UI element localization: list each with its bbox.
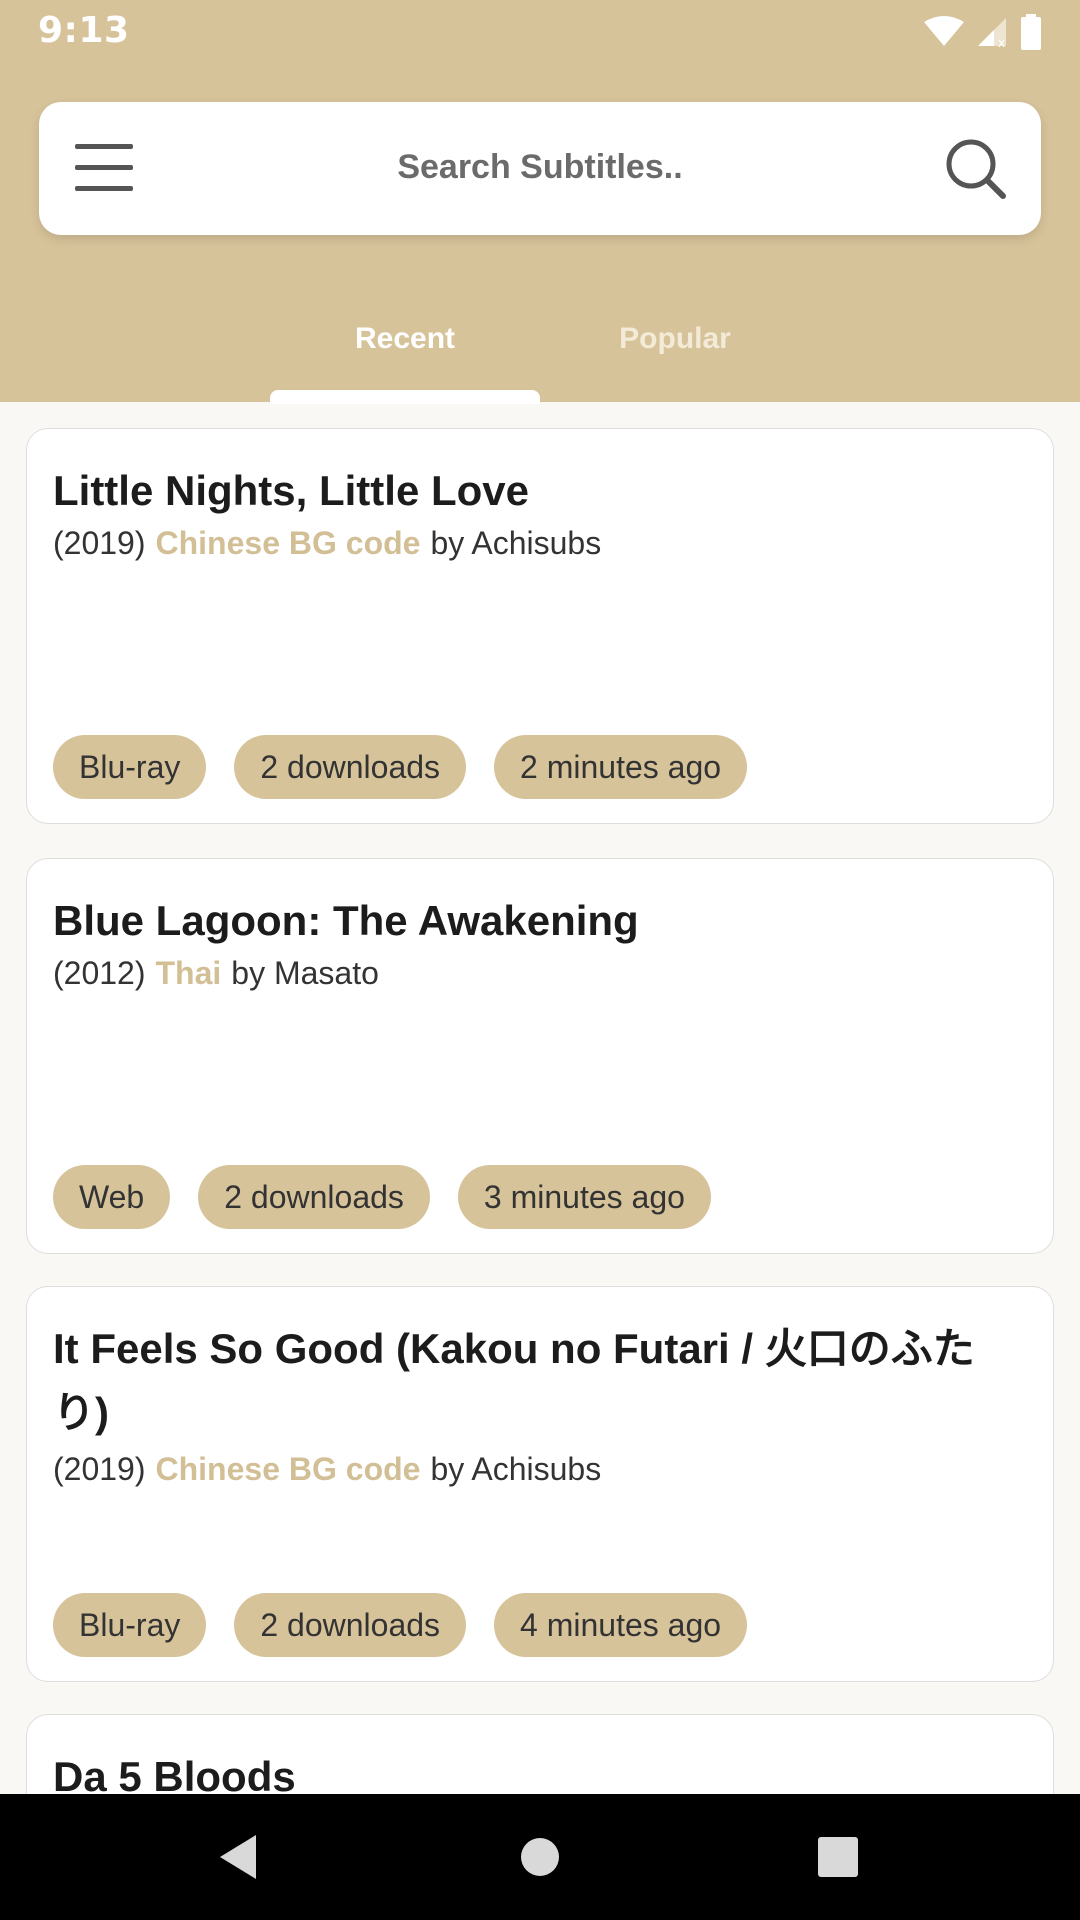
time-chip: 3 minutes ago	[457, 1165, 711, 1229]
header: 9:13 x Search Subtitles.. Recent Popular	[0, 0, 1080, 404]
wifi-icon	[924, 16, 964, 46]
subtitle-card[interactable]: It Feels So Good (Kakou no Futari / 火口のふ…	[26, 1286, 1054, 1682]
subtitle-uploader: by Achisubs	[430, 1451, 602, 1487]
back-icon[interactable]	[210, 1827, 270, 1887]
search-bar[interactable]: Search Subtitles..	[39, 102, 1041, 235]
time-chip: 2 minutes ago	[494, 735, 748, 799]
subtitle-title: Blue Lagoon: The Awakening	[53, 897, 639, 944]
tab-bar: Recent Popular	[0, 300, 1080, 404]
subtitle-chips: Web 2 downloads 3 minutes ago	[53, 1165, 711, 1229]
svg-text:x: x	[998, 36, 1005, 48]
status-time: 9:13	[38, 10, 130, 51]
battery-icon	[1021, 14, 1041, 50]
subtitle-list: Little Nights, Little Love (2019) Chinese…	[0, 402, 1080, 1794]
downloads-chip: 2 downloads	[198, 1165, 430, 1229]
downloads-chip: 2 downloads	[234, 1593, 467, 1657]
subtitle-uploader: by Masato	[231, 955, 379, 991]
subtitle-card[interactable]: Little Nights, Little Love (2019) Chinese…	[26, 428, 1054, 824]
recents-icon[interactable]	[808, 1827, 868, 1887]
subtitle-card[interactable]: Da 5 Bloods	[26, 1714, 1054, 1794]
source-chip: Web	[53, 1165, 171, 1229]
status-bar: 9:13 x	[0, 0, 1080, 64]
subtitle-chips: Blu-ray 2 downloads 2 minutes ago	[53, 735, 748, 799]
tab-popular[interactable]: Popular	[540, 322, 810, 356]
time-chip: 4 minutes ago	[494, 1593, 748, 1657]
downloads-chip: 2 downloads	[234, 735, 467, 799]
source-chip: Blu-ray	[53, 735, 207, 799]
subtitle-title: Little Nights, Little Love	[53, 467, 530, 514]
subtitle-meta: (2019) Chinese BG code by Achisubs	[53, 525, 601, 562]
subtitle-language: Chinese BG code	[155, 525, 421, 561]
search-input[interactable]: Search Subtitles..	[39, 148, 1041, 187]
tab-recent[interactable]: Recent	[270, 322, 540, 356]
status-icons: x	[924, 14, 1042, 50]
subtitle-language: Chinese BG code	[155, 1451, 421, 1487]
subtitle-year: (2012)	[53, 955, 146, 991]
subtitle-year: (2019)	[53, 1451, 146, 1487]
subtitle-card[interactable]: Blue Lagoon: The Awakening (2012) Thai by …	[26, 858, 1054, 1254]
navigation-bar	[0, 1794, 1080, 1920]
subtitle-meta: (2012) Thai by Masato	[53, 955, 379, 992]
subtitle-year: (2019)	[53, 525, 146, 561]
subtitle-title: Da 5 Bloods	[53, 1753, 296, 1794]
subtitle-chips: Blu-ray 2 downloads 4 minutes ago	[53, 1593, 748, 1657]
subtitle-title: It Feels So Good (Kakou no Futari / 火口のふ…	[53, 1325, 975, 1436]
search-icon[interactable]	[943, 136, 1007, 200]
subtitle-language: Thai	[155, 955, 222, 991]
subtitle-uploader: by Achisubs	[430, 525, 602, 561]
app-screen: 9:13 x Search Subtitles.. Recent Popular…	[0, 0, 1080, 1920]
cell-signal-icon: x	[978, 18, 1006, 48]
home-icon[interactable]	[510, 1827, 570, 1887]
source-chip: Blu-ray	[53, 1593, 207, 1657]
subtitle-meta: (2019) Chinese BG code by Achisubs	[53, 1451, 601, 1488]
